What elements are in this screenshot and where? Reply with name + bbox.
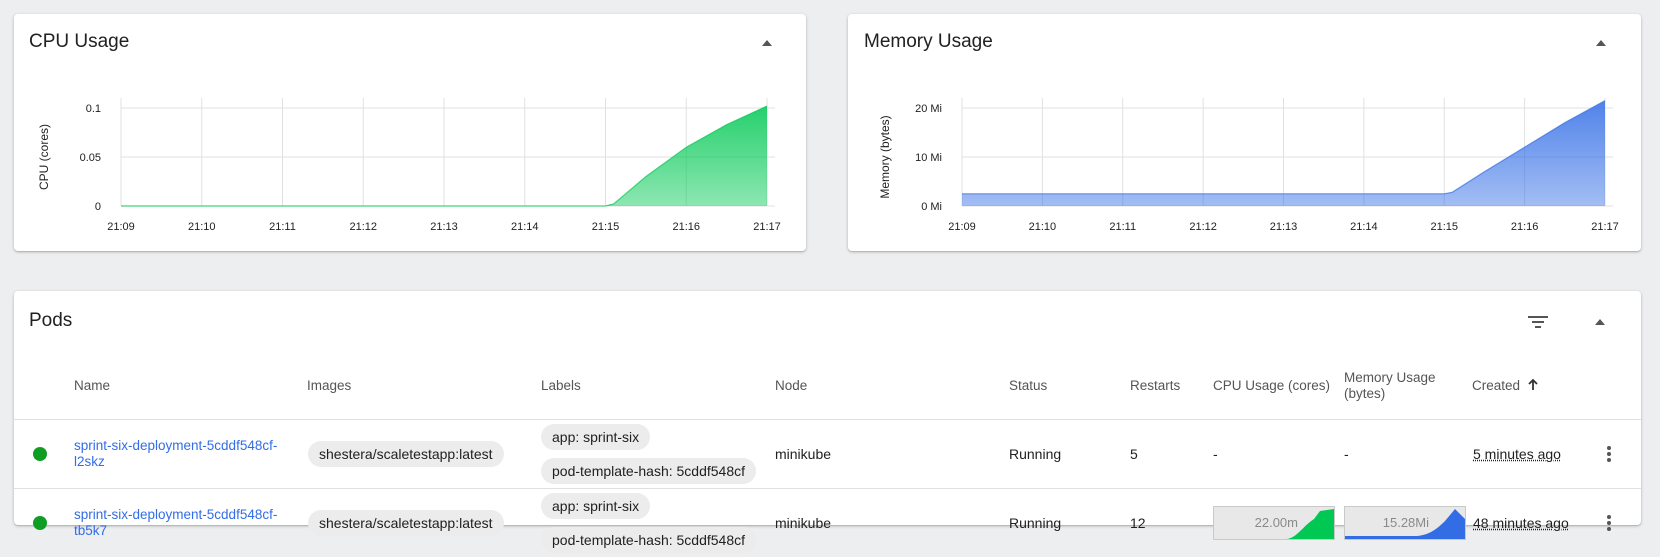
pod-name-line2: tb5k7 — [74, 523, 107, 538]
sort-ascending-icon — [1527, 379, 1539, 391]
cpu-x-tick-label: 21:09 — [107, 221, 135, 233]
created-value: 48 minutes ago — [1473, 515, 1569, 531]
pods-filter-button[interactable] — [1526, 310, 1550, 334]
image-chip: shestera/scaletestapp:latest — [308, 441, 504, 467]
column-memory-usage-line2: (bytes) — [1344, 386, 1436, 402]
memory-x-tick-label: 21:12 — [1189, 221, 1217, 233]
pod-name-line2: l2skz — [74, 454, 105, 469]
memory-x-tick-label: 21:16 — [1511, 221, 1539, 233]
table-header: Name Images Labels Node Status Restarts … — [14, 351, 1641, 420]
pods-card: Pods Name Images Labels Node Status Rest… — [14, 291, 1641, 525]
cpu-x-tick-label: 21:10 — [188, 221, 216, 233]
label-chip: pod-template-hash: 5cddf548cf — [541, 527, 756, 553]
column-node[interactable]: Node — [775, 378, 807, 394]
caret-up-icon — [1594, 318, 1606, 326]
table-row: sprint-six-deployment-5cddf548cf- tb5k7 … — [14, 489, 1641, 557]
row-actions-button[interactable] — [1599, 511, 1619, 535]
cpu-x-tick-label: 21:15 — [592, 221, 620, 233]
memory-x-tick-label: 21:10 — [1029, 221, 1057, 233]
pod-name-line1: sprint-six-deployment-5cddf548cf- — [74, 438, 277, 453]
image-chip: shestera/scaletestapp:latest — [308, 510, 504, 536]
filter-icon — [1528, 315, 1548, 329]
column-status[interactable]: Status — [1009, 378, 1047, 394]
memory-usage-card: Memory Usage 21:09 21:10 21:11 21:12 21:13 21… — [848, 14, 1641, 251]
pods-collapse-button[interactable] — [1588, 310, 1612, 334]
pod-name-line1: sprint-six-deployment-5cddf548cf- — [74, 507, 277, 522]
cpu-y-tick-label: 0 — [95, 201, 101, 213]
cpu-usage-sparkline: 22.00m — [1213, 506, 1335, 540]
cpu-usage-card: CPU Usage 21:09 21:10 21:11 21:12 21:13 21:14… — [14, 14, 806, 251]
column-cpu-usage: CPU Usage (cores) — [1213, 378, 1330, 394]
restarts-value: 5 — [1130, 446, 1138, 462]
memory-usage-value: - — [1344, 446, 1349, 462]
column-images[interactable]: Images — [307, 378, 351, 394]
status-value: Running — [1009, 515, 1061, 531]
pod-name-link[interactable]: sprint-six-deployment-5cddf548cf- l2skz — [74, 438, 294, 470]
cpu-usage-chart: 21:09 21:10 21:11 21:12 21:13 21:14 21:15 21:16… — [14, 14, 806, 251]
node-value[interactable]: minikube — [775, 515, 831, 531]
column-name[interactable]: Name — [74, 378, 110, 394]
row-actions-button[interactable] — [1599, 442, 1619, 466]
column-memory-usage-line1: Memory Usage — [1344, 370, 1436, 386]
memory-x-tick-label: 21:09 — [948, 221, 976, 233]
more-vert-icon — [1606, 514, 1612, 532]
restarts-value: 12 — [1130, 515, 1146, 531]
cpu-y-axis-label: CPU (cores) — [37, 124, 51, 190]
running-status-icon — [33, 447, 47, 461]
column-created-label: Created — [1472, 378, 1520, 393]
memory-y-tick-label: 0 Mi — [921, 201, 942, 213]
memory-x-tick-label: 21:17 — [1591, 221, 1619, 233]
cpu-usage-value: 22.00m — [1255, 515, 1298, 530]
cpu-x-tick-label: 21:11 — [269, 221, 296, 233]
column-memory-usage: Memory Usage (bytes) — [1344, 370, 1436, 402]
node-value[interactable]: minikube — [775, 446, 831, 462]
created-value: 5 minutes ago — [1473, 446, 1561, 462]
table-row: sprint-six-deployment-5cddf548cf- l2skz … — [14, 420, 1641, 489]
cpu-usage-value: - — [1213, 446, 1218, 462]
cpu-x-tick-label: 21:16 — [672, 221, 700, 233]
cpu-y-tick-label: 0.05 — [80, 152, 101, 164]
cpu-y-tick-label: 0.1 — [86, 103, 101, 115]
memory-y-tick-label: 10 Mi — [915, 152, 942, 164]
memory-y-tick-label: 20 Mi — [915, 103, 942, 115]
pods-title: Pods — [29, 310, 72, 332]
running-status-icon — [33, 516, 47, 530]
memory-usage-chart: 21:09 21:10 21:11 21:12 21:13 21:14 21:15 21:16… — [848, 14, 1641, 251]
memory-usage-value: 15.28Mi — [1383, 515, 1429, 530]
pod-name-link[interactable]: sprint-six-deployment-5cddf548cf- tb5k7 — [74, 507, 294, 539]
column-restarts[interactable]: Restarts — [1130, 378, 1180, 394]
memory-usage-sparkline: 15.28Mi — [1344, 506, 1466, 540]
memory-y-axis-label: Memory (bytes) — [878, 115, 892, 198]
memory-x-tick-label: 21:13 — [1270, 221, 1298, 233]
label-chip: app: sprint-six — [541, 493, 650, 519]
column-labels[interactable]: Labels — [541, 378, 581, 394]
status-value: Running — [1009, 446, 1061, 462]
more-vert-icon — [1606, 445, 1612, 463]
cpu-x-tick-label: 21:17 — [753, 221, 781, 233]
cpu-x-tick-label: 21:12 — [349, 221, 377, 233]
cpu-x-tick-label: 21:14 — [511, 221, 539, 233]
label-chip: app: sprint-six — [541, 424, 650, 450]
cpu-x-tick-label: 21:13 — [430, 221, 458, 233]
memory-x-tick-label: 21:15 — [1430, 221, 1458, 233]
memory-x-tick-label: 21:11 — [1109, 221, 1136, 233]
memory-x-tick-label: 21:14 — [1350, 221, 1378, 233]
label-chip: pod-template-hash: 5cddf548cf — [541, 458, 756, 484]
column-created[interactable]: Created — [1472, 378, 1539, 394]
